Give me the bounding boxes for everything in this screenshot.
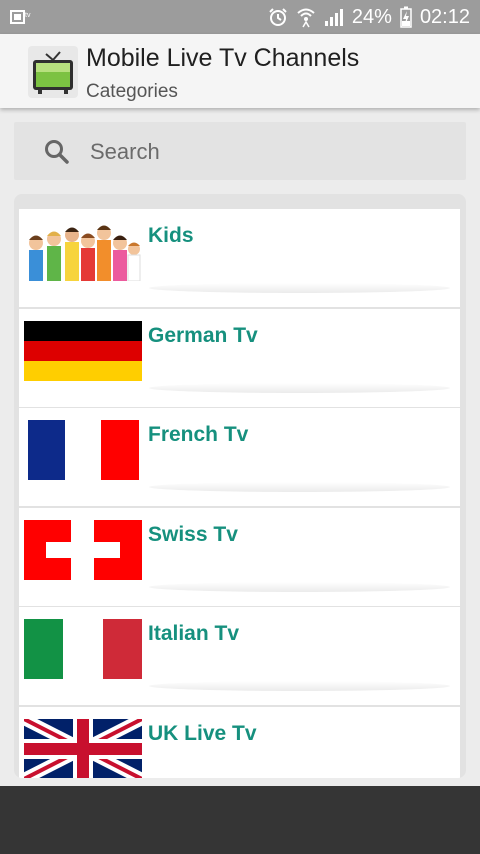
clock: 02:12 (419, 5, 470, 28)
category-item-uk-live-tv[interactable]: UK Live Tv (19, 707, 460, 778)
category-list: Kids German Tv French Tv Swiss Tv Italia… (14, 194, 466, 778)
alarm-icon (269, 8, 287, 26)
app-notification-icon: tv (10, 10, 31, 24)
battery-percent: 24% (351, 5, 392, 28)
search-icon (45, 140, 69, 164)
app-bar: Mobile Live Tv Channels Categories (0, 34, 480, 108)
category-item-italian-tv[interactable]: Italian Tv (19, 607, 460, 705)
search-input[interactable] (88, 132, 452, 172)
battery-charging-icon (400, 6, 412, 28)
french-flag-icon (24, 420, 142, 480)
signal-icon (324, 9, 343, 26)
tv-logo-icon[interactable] (28, 46, 78, 98)
svg-text:tv: tv (25, 12, 31, 19)
italian-flag-icon (24, 619, 142, 679)
kids-photo-icon (24, 221, 142, 281)
uk-flag-icon (24, 719, 142, 778)
category-item-french-tv[interactable]: French Tv (19, 408, 460, 506)
german-flag-icon (24, 321, 142, 381)
category-label: French Tv (148, 423, 249, 446)
wifi-icon (297, 8, 315, 28)
swiss-flag-icon (24, 520, 142, 580)
category-label: Italian Tv (148, 622, 240, 645)
category-label: UK Live Tv (148, 722, 257, 745)
app-title: Mobile Live Tv Channels (86, 44, 360, 72)
category-item-kids[interactable]: Kids (19, 209, 460, 307)
category-label: Swiss Tv (148, 523, 238, 546)
category-label: German Tv (148, 324, 258, 347)
category-item-swiss-tv[interactable]: Swiss Tv (19, 508, 460, 606)
status-bar: tv 24% 02:12 (0, 0, 480, 34)
category-item-german-tv[interactable]: German Tv (19, 309, 460, 407)
bottom-bar (0, 786, 480, 854)
search-bar[interactable] (14, 122, 466, 180)
category-label: Kids (148, 224, 194, 247)
app-subtitle: Categories (86, 81, 178, 102)
